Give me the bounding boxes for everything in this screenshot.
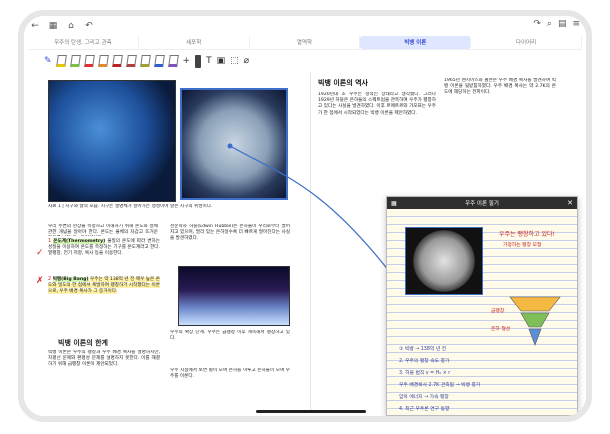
popup-header: ▦ 우주 이론 필기 ✕ — [387, 197, 577, 209]
add-pen-icon[interactable]: + — [183, 56, 191, 66]
universe-pyramid-sketch — [509, 296, 561, 346]
popup-grid-icon[interactable]: ▦ — [391, 200, 397, 207]
note-line: 4. 최근 우주론 연구 동향 — [399, 407, 450, 412]
pen-swatch-7[interactable] — [139, 55, 151, 67]
page-divider — [310, 72, 311, 412]
right-col2: 1965년 펜지어스와 윌슨은 우주 배경 복사를 발견하여 빅뱅 이론을 뒷받… — [444, 78, 556, 96]
tab-thermo[interactable]: 열역학 — [250, 36, 361, 49]
pen-swatch-2[interactable] — [69, 55, 81, 67]
note-line: 우주 배경복사 2.7K 관측됨 → 빅뱅 증거 — [399, 383, 481, 388]
note-line: ① 빅뱅 → 138억 년 전 — [399, 347, 447, 352]
red-check-mark: ✗ — [36, 276, 44, 286]
moon-photo — [405, 227, 483, 295]
figure-caption: 우주의 확장 단계. 우주는 급팽창 이후 계속해서 팽창하고 있다. — [170, 330, 290, 342]
tab-universe[interactable]: 우주의 탄생, 그리고 관측 — [28, 36, 139, 49]
caption-text: 자료 1 | 지구와 달의 모습. 지구는 생명체가 살아가는 행성이며 달은 … — [48, 204, 213, 209]
handwritten-note: 가정하는 팽창 모형 — [503, 243, 542, 248]
popup-title: 우주 이론 필기 — [465, 201, 499, 207]
red-check-mark: ✓ — [36, 248, 44, 258]
moon-image[interactable] — [180, 88, 288, 200]
menu-icon[interactable]: ≡ — [572, 19, 580, 29]
sketch-label: 은하 형성 — [491, 327, 511, 332]
top-bar: ← ▦ ⌂ ↶ ↷ ⌕ ▤ ≡ — [24, 16, 586, 36]
search-icon[interactable]: ⌕ — [547, 19, 552, 29]
lined-paper: 우주는 팽창하고 있다! 가정하는 팽창 모형 급팽창 은하 형성 ① 빅뱅 →… — [387, 209, 577, 415]
note-line: 암흑 에너지 → 가속 팽창 — [399, 395, 449, 400]
pen-swatch-8[interactable] — [153, 55, 165, 67]
tag-icon[interactable]: ⌂ — [64, 21, 78, 31]
handwritten-note: 우주는 팽창하고 있다! — [499, 231, 555, 238]
intro-text: 우리 주변의 현상을 측정하고 이해하기 위해 온도와 열에 관한 개념을 알아… — [48, 224, 158, 236]
pen-swatch-1[interactable] — [55, 55, 67, 67]
item2-block: 2 빅뱅(Big Bang) 우주는 약 138억 년 전 매우 높은 온도와 … — [48, 276, 160, 334]
left-page[interactable]: 자료 1 | 지구와 달의 모습. 지구는 생명체가 살아가는 행성이며 달은 … — [30, 72, 304, 412]
side-text: 천문학자 허블(Edwin Hubble)은 은하들이 우리로부터 멀어지고 있… — [170, 224, 290, 242]
pen-swatch-6[interactable] — [125, 55, 137, 67]
tablet-frame: ← ▦ ⌂ ↶ ↷ ⌕ ▤ ≡ 우주의 탄생, 그리고 관측 세포학 열역학 빅… — [18, 10, 592, 422]
note-popup[interactable]: ▦ 우주 이론 필기 ✕ 우주는 팽창하고 있다! 가정하는 팽창 모형 급팽창… — [386, 196, 578, 416]
redo-icon[interactable]: ↷ — [533, 19, 541, 29]
pen-swatch-5[interactable] — [111, 55, 123, 67]
item1-block: 1 온도계(Thermometry) 물질의 온도에 따라 변하는 성질을 이용… — [48, 238, 160, 272]
tab-diary[interactable]: 다이어리 — [471, 36, 582, 49]
item2-title: 빅뱅(Big Bang) — [52, 277, 89, 282]
section-title: 빅뱅 이론의 한계 — [58, 339, 108, 347]
close-icon[interactable]: ✕ — [567, 199, 573, 207]
back-icon[interactable]: ← — [28, 21, 42, 31]
undo-icon[interactable]: ↶ — [82, 21, 96, 31]
earth-image — [48, 80, 176, 202]
item2-number: 2 — [48, 276, 52, 282]
laser-pointer-icon[interactable]: ⌀ — [244, 56, 249, 66]
note-line: 2. 우주의 팽창 속도 증가 — [399, 359, 450, 364]
grid-icon[interactable]: ▦ — [46, 21, 60, 31]
section-text: 빅뱅 이론은 우주의 팽창과 우주 배경 복사를 설명하지만, 지평선 문제와 … — [48, 350, 160, 368]
home-indicator[interactable] — [256, 410, 366, 413]
pages-icon[interactable]: ▤ — [558, 19, 567, 29]
eraser-icon[interactable] — [195, 54, 202, 68]
pen-swatch-4[interactable] — [97, 55, 109, 67]
pen-toolbar: ✎ + T ▣ ⬚ ⌀ — [44, 52, 249, 70]
sketch-label: 급팽창 — [491, 309, 505, 314]
tab-bigbang[interactable]: 빅뱅 이론 — [360, 36, 472, 49]
text-tool-icon[interactable]: T — [206, 56, 212, 66]
bottom-text: 우주 시점에서 보면 별이 모여 은하를 이루고 은하들이 모여 우주를 이룬다… — [170, 368, 290, 380]
right-body: 1920년대 초 우주는 정적인 상태라고 생각했다. 그러나 1929년 허블… — [318, 92, 436, 116]
item1-title: 온도계(Thermometry) — [53, 239, 106, 244]
app-window: ← ▦ ⌂ ↶ ↷ ⌕ ▤ ≡ 우주의 탄생, 그리고 관측 세포학 열역학 빅… — [24, 16, 586, 416]
right-heading: 빅뱅 이론의 역사 — [318, 79, 368, 87]
tab-cell[interactable]: 세포학 — [139, 36, 250, 49]
tab-bar: 우주의 탄생, 그리고 관측 세포학 열역학 빅뱅 이론 다이어리 — [28, 36, 582, 50]
pen-swatch-3[interactable] — [83, 55, 95, 67]
item1-number: 1 — [48, 238, 52, 244]
universe-expansion-figure — [178, 266, 290, 326]
lasso-tool-icon[interactable]: ⬚ — [230, 56, 239, 66]
pen-tool-icon[interactable]: ✎ — [44, 56, 52, 66]
image-tool-icon[interactable]: ▣ — [217, 56, 226, 66]
pen-swatch-9[interactable] — [167, 55, 179, 67]
note-line: 3. 허블 법칙 v = H₀ × r — [399, 371, 451, 376]
